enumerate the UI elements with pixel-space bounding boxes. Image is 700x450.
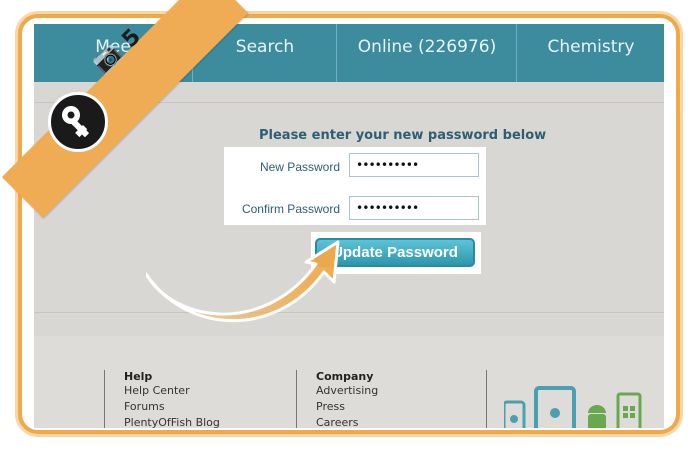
footer-divider — [104, 370, 105, 428]
android-icon[interactable] — [588, 405, 606, 428]
curved-arrow-icon — [146, 240, 340, 323]
key-badge — [48, 92, 108, 152]
nav-tab-chemistry[interactable]: Chemistry — [516, 24, 664, 82]
footer-help-heading: Help — [124, 370, 153, 383]
iphone-icon[interactable] — [504, 400, 526, 428]
footer-company-column: Company Advertising Press Careers — [316, 370, 378, 428]
footer-link-careers[interactable]: Careers — [316, 415, 378, 428]
nav-tab-online[interactable]: Online (226976) — [336, 24, 517, 82]
key-icon — [62, 106, 89, 138]
footer-link-advertising[interactable]: Advertising — [316, 383, 378, 399]
footer: Help Help Center Forums PlentyOfFish Blo… — [34, 336, 664, 428]
footer-help-column: Help Help Center Forums PlentyOfFish Blo… — [124, 370, 220, 428]
password-form: New Password Confirm Password — [224, 147, 486, 225]
windows-phone-icon[interactable] — [616, 392, 642, 428]
footer-link-press[interactable]: Press — [316, 399, 378, 415]
confirm-password-input[interactable] — [349, 196, 479, 220]
app-devices-graphic — [504, 386, 642, 428]
footer-divider — [296, 370, 297, 428]
footer-company-heading: Company — [316, 370, 374, 383]
password-prompt: Please enter your new password below — [259, 128, 547, 143]
footer-link-forums[interactable]: Forums — [124, 399, 220, 415]
ipad-icon[interactable] — [534, 386, 576, 428]
footer-link-blog[interactable]: PlentyOfFish Blog — [124, 415, 220, 428]
new-password-input[interactable] — [349, 153, 479, 177]
new-password-label: New Password — [259, 160, 340, 174]
footer-link-help-center[interactable]: Help Center — [124, 383, 220, 399]
footer-divider — [486, 370, 487, 428]
confirm-password-label: Confirm Password — [241, 202, 340, 216]
